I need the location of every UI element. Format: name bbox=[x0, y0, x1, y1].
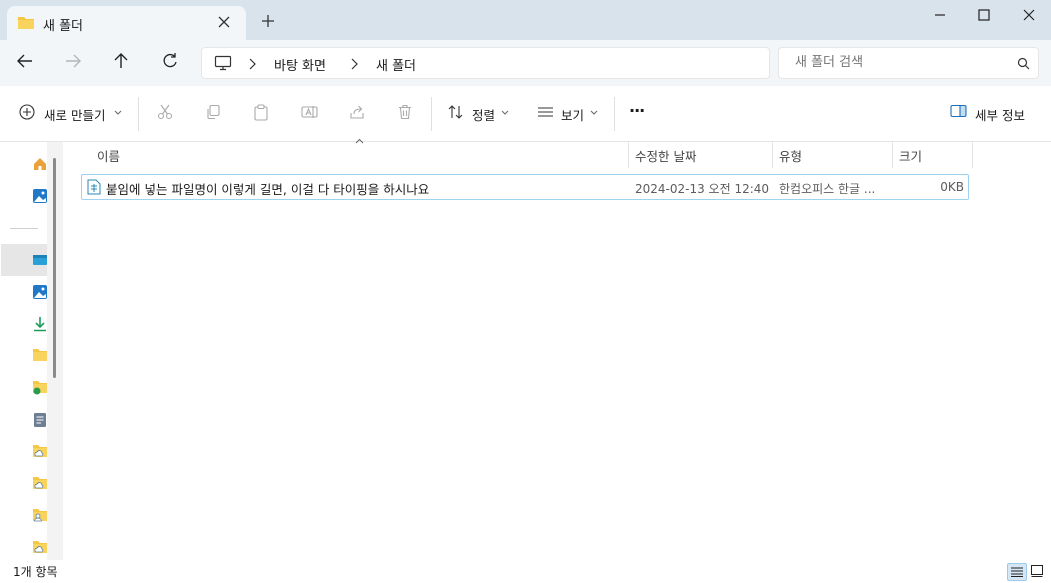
chevron-right-icon[interactable] bbox=[248, 58, 256, 70]
details-view-button[interactable] bbox=[1007, 563, 1027, 581]
column-header-type[interactable]: 유형 bbox=[779, 146, 802, 165]
details-button[interactable]: 세부 정보 bbox=[975, 105, 1025, 124]
tab-new-folder[interactable]: 새 폴더 bbox=[7, 6, 246, 40]
file-name[interactable]: 붙임에 넣는 파일명이 이렇게 길면, 이걸 다 타이핑을 하시나요 bbox=[106, 179, 429, 198]
tiles-view-button[interactable] bbox=[1030, 564, 1044, 578]
sidebar-divider bbox=[10, 228, 38, 229]
item-count: 1개 항목 bbox=[13, 565, 58, 579]
toolbar-divider bbox=[431, 97, 432, 131]
chevron-right-icon[interactable] bbox=[350, 58, 358, 70]
close-window-button[interactable] bbox=[1006, 0, 1051, 30]
cloud-folder-icon[interactable] bbox=[32, 476, 48, 492]
cloud-folder-icon[interactable] bbox=[32, 444, 48, 460]
maximize-button[interactable] bbox=[961, 0, 1007, 30]
sort-ascending-icon bbox=[355, 138, 364, 144]
this-pc-icon[interactable] bbox=[214, 55, 232, 71]
rename-icon[interactable] bbox=[301, 104, 318, 120]
up-button[interactable] bbox=[112, 52, 134, 74]
view-icon bbox=[537, 104, 554, 120]
close-tab-icon[interactable] bbox=[218, 16, 230, 28]
chevron-down-icon[interactable] bbox=[590, 110, 598, 116]
downloads-icon[interactable] bbox=[32, 316, 48, 332]
new-tab-button[interactable] bbox=[261, 14, 275, 28]
sort-icon bbox=[447, 104, 464, 120]
forward-button[interactable] bbox=[64, 52, 86, 74]
chevron-down-icon[interactable] bbox=[501, 110, 509, 116]
view-button[interactable]: 보기 bbox=[561, 105, 584, 124]
column-divider[interactable] bbox=[972, 142, 973, 168]
folder-icon bbox=[17, 15, 35, 30]
back-button[interactable] bbox=[16, 52, 38, 74]
new-icon bbox=[19, 104, 35, 120]
breadcrumb-new-folder[interactable]: 새 폴더 bbox=[376, 55, 416, 74]
chevron-down-icon[interactable] bbox=[114, 110, 122, 116]
user-folder-icon[interactable] bbox=[32, 508, 48, 524]
hwp-file-icon bbox=[87, 179, 101, 195]
sidebar-scrollbar[interactable] bbox=[53, 158, 56, 378]
column-divider[interactable] bbox=[628, 142, 629, 168]
desktop-icon[interactable] bbox=[32, 252, 48, 268]
toolbar-divider bbox=[138, 97, 139, 131]
delete-icon[interactable] bbox=[397, 104, 413, 120]
sort-button[interactable]: 정렬 bbox=[472, 105, 495, 124]
status-bar: 1개 항목 bbox=[0, 560, 1051, 583]
search-input[interactable] bbox=[795, 55, 1015, 70]
column-header-name[interactable]: 이름 bbox=[97, 146, 120, 165]
cut-icon[interactable] bbox=[157, 104, 173, 120]
breadcrumb-desktop[interactable]: 바탕 화면 bbox=[274, 55, 326, 74]
file-type: 한컴오피스 한글 ... bbox=[779, 182, 876, 196]
details-pane-icon bbox=[950, 104, 967, 118]
file-modified: 2024-02-13 오전 12:40 bbox=[635, 182, 770, 196]
share-icon[interactable] bbox=[349, 104, 365, 120]
minimize-button[interactable] bbox=[917, 0, 963, 30]
more-options-button[interactable]: ··· bbox=[629, 101, 645, 120]
new-button[interactable]: 새로 만들기 bbox=[44, 105, 105, 124]
address-bar[interactable]: 바탕 화면 새 폴더 bbox=[201, 47, 770, 79]
column-header-size[interactable]: 크기 bbox=[899, 146, 922, 165]
column-divider[interactable] bbox=[892, 142, 893, 168]
file-row[interactable]: 붙임에 넣는 파일명이 이렇게 길면, 이걸 다 타이핑을 하시나요 2024-… bbox=[81, 174, 969, 200]
file-size: 0KB bbox=[940, 180, 964, 194]
cloud-folder-icon[interactable] bbox=[32, 540, 48, 556]
tab-title: 새 폴더 bbox=[43, 19, 84, 34]
folder-icon[interactable] bbox=[32, 348, 48, 364]
copy-icon[interactable] bbox=[205, 104, 221, 120]
home-icon[interactable] bbox=[32, 156, 48, 172]
column-divider[interactable] bbox=[772, 142, 773, 168]
search-icon[interactable] bbox=[1017, 57, 1030, 70]
toolbar-divider bbox=[614, 97, 615, 131]
paste-icon[interactable] bbox=[253, 104, 269, 121]
shared-folder-icon[interactable] bbox=[32, 380, 48, 396]
search-box[interactable] bbox=[778, 47, 1039, 79]
gallery-icon[interactable] bbox=[32, 188, 48, 204]
column-header-modified[interactable]: 수정한 날짜 bbox=[635, 146, 696, 165]
documents-icon[interactable] bbox=[32, 412, 48, 428]
refresh-button[interactable] bbox=[161, 52, 183, 74]
pictures-icon[interactable] bbox=[32, 284, 48, 300]
